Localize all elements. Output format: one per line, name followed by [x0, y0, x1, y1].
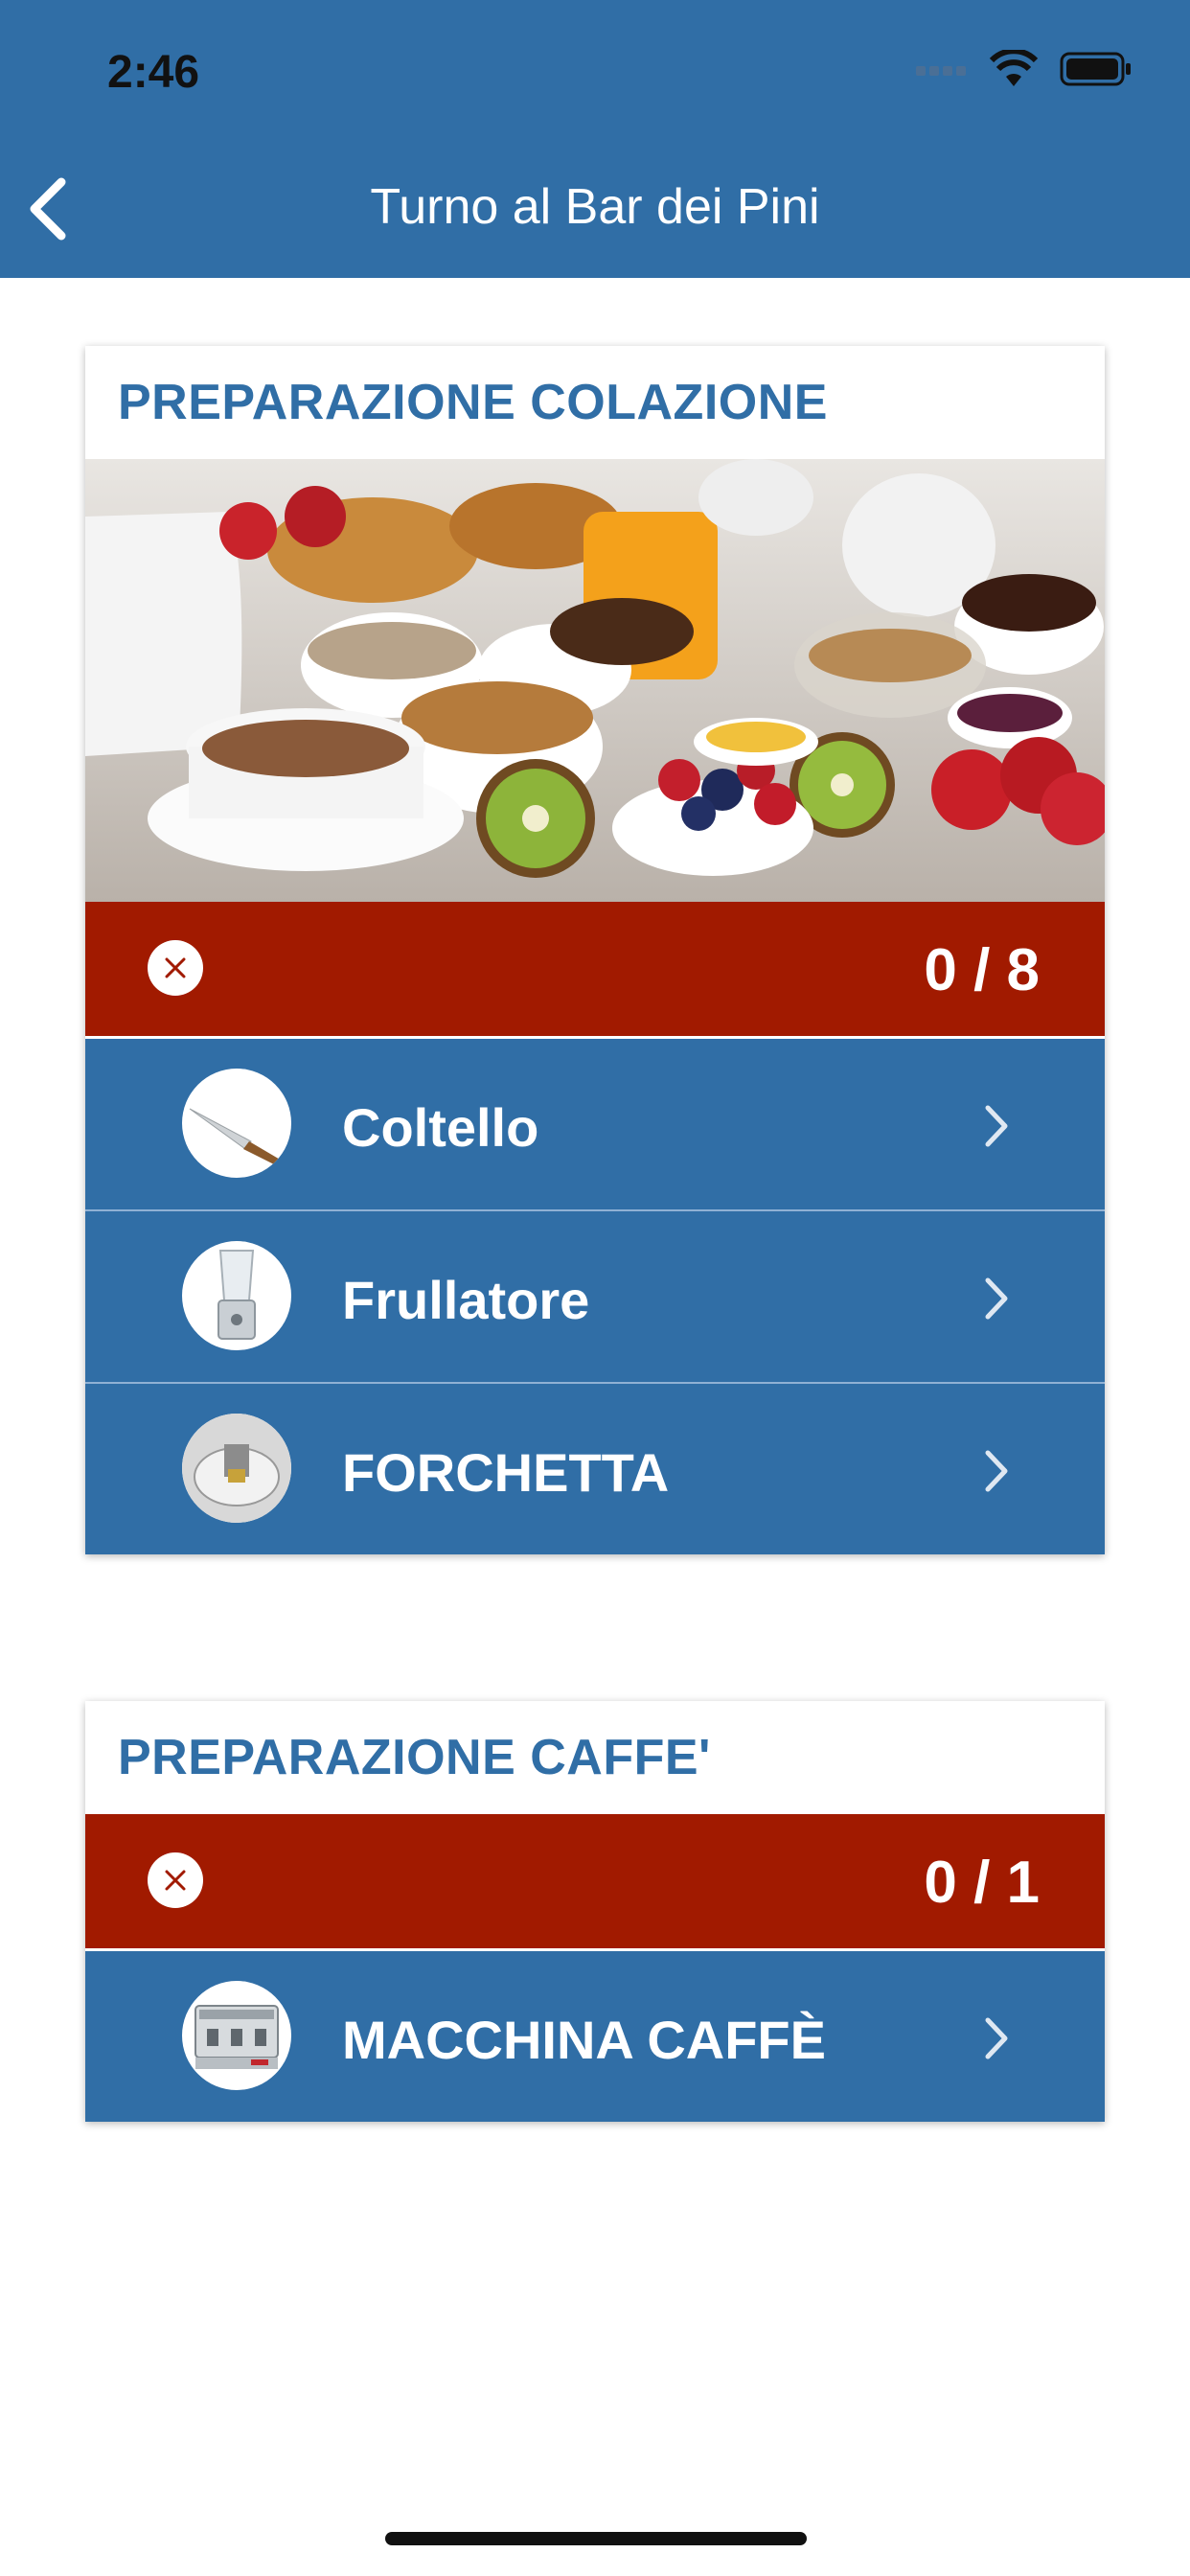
breakfast-photo — [85, 459, 1105, 902]
wifi-icon — [989, 50, 1039, 86]
progress-bar: 0 / 8 — [85, 902, 1105, 1039]
item-label: MACCHINA CAFFÈ — [342, 2010, 826, 2070]
chevron-right-icon — [985, 1277, 1008, 1320]
progress-count: 0 / 1 — [924, 1850, 1040, 1916]
navigation-header: 2:46 Turno al Bar dei Pini — [0, 0, 1190, 278]
section-card-caffe: PREPARAZIONE CAFFE' 0 / 1 MACCHINA CAFFÈ — [85, 1701, 1105, 2122]
list-item-macchina-caffe[interactable]: MACCHINA CAFFÈ — [85, 1951, 1105, 2122]
progress-count: 0 / 8 — [924, 937, 1040, 1003]
battery-icon — [1060, 52, 1131, 86]
section-title: PREPARAZIONE COLAZIONE — [118, 375, 828, 430]
close-circle-icon[interactable] — [148, 1852, 203, 1908]
progress-bar: 0 / 1 — [85, 1814, 1105, 1951]
item-label: Coltello — [342, 1097, 539, 1158]
status-time: 2:46 — [107, 47, 200, 98]
home-indicator[interactable] — [385, 2532, 807, 2545]
section-title: PREPARAZIONE CAFFE' — [118, 1730, 711, 1785]
coffee-machine-thumbnail — [182, 1981, 291, 2090]
chevron-right-icon — [985, 1105, 1008, 1147]
cellular-signal-icon — [916, 66, 966, 76]
item-label: FORCHETTA — [342, 1442, 670, 1503]
status-icons — [916, 50, 1133, 88]
fork-thumbnail — [182, 1414, 291, 1523]
section-card-colazione: PREPARAZIONE COLAZIONE 0 / 8 Coltello Fr… — [85, 346, 1105, 1554]
page-title: Turno al Bar dei Pini — [370, 179, 820, 235]
knife-thumbnail — [182, 1069, 291, 1178]
item-label: Frullatore — [342, 1270, 590, 1330]
list-item-coltello[interactable]: Coltello — [85, 1039, 1105, 1209]
list-item-frullatore[interactable]: Frullatore — [85, 1209, 1105, 1382]
chevron-right-icon — [985, 1450, 1008, 1492]
blender-thumbnail — [182, 1241, 291, 1350]
chevron-right-icon — [985, 2017, 1008, 2059]
list-item-forchetta[interactable]: FORCHETTA — [85, 1382, 1105, 1554]
close-circle-icon[interactable] — [148, 940, 203, 996]
